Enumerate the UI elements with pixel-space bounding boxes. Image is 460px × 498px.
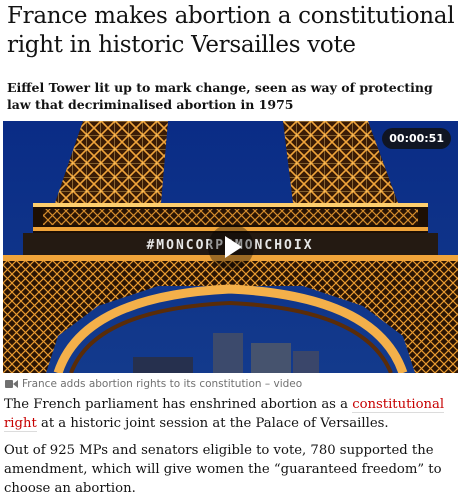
article-paragraph-1: The French parliament has enshrined abor… (4, 395, 456, 433)
video-player[interactable]: #MONCORPSMONCHOIX 00:00:51 (3, 121, 458, 373)
paragraph-1-text-after: at a historic joint session at the Palac… (36, 416, 389, 431)
play-button[interactable] (207, 224, 254, 270)
video-caption: France adds abortion rights to its const… (5, 378, 302, 390)
video-duration-badge: 00:00:51 (382, 128, 451, 149)
article-standfirst: Eiffel Tower lit up to mark change, seen… (7, 80, 433, 112)
article-paragraph-2: Out of 925 MPs and senators eligible to … (4, 443, 442, 496)
article-headline: France makes abortion a constitutional r… (7, 3, 455, 58)
video-caption-text: France adds abortion rights to its const… (22, 378, 303, 390)
paragraph-1-text-before: The French parliament has enshrined abor… (4, 397, 353, 412)
video-camera-icon (5, 379, 19, 389)
